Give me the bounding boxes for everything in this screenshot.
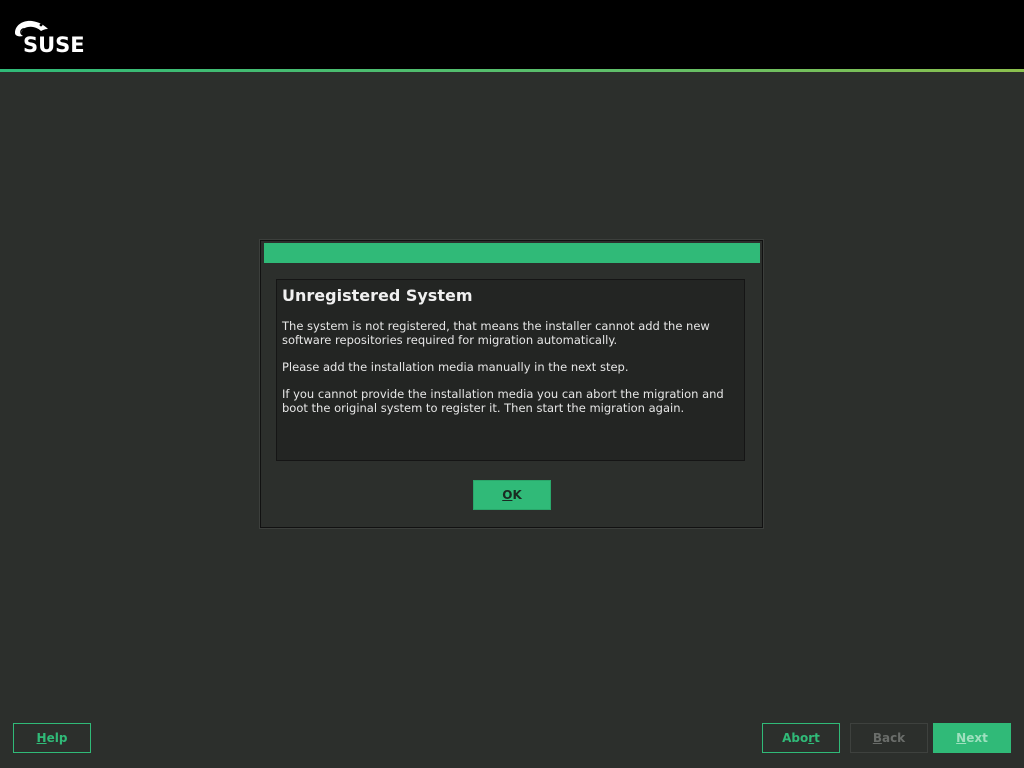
help-accel: H [36,731,47,745]
message-box: Unregistered System The system is not re… [276,279,745,461]
ok-label-rest: K [512,488,522,502]
ok-accel: O [502,488,513,502]
message-paragraph-2: Please add the installation media manual… [282,360,629,374]
next-accel: N [956,731,967,745]
suse-logo: SUSE [13,17,88,57]
abort-button[interactable]: Abort [762,723,840,753]
next-label-rest: ext [966,731,988,745]
back-button[interactable]: Back [850,723,928,753]
help-label-rest: elp [46,731,68,745]
dialog-heading: Unregistered System [282,286,473,305]
accent-line [0,69,1024,72]
ok-button[interactable]: OK [473,480,551,510]
abort-label-rest: t [814,731,820,745]
back-label-rest: ack [881,731,906,745]
message-paragraph-1: The system is not registered, that means… [282,319,710,347]
back-accel: B [872,731,882,745]
message-paragraph-3: If you cannot provide the installation m… [282,387,724,415]
top-bar: SUSE [0,0,1024,69]
unregistered-system-dialog: Unregistered System The system is not re… [260,240,763,528]
help-button[interactable]: Help [13,723,91,753]
dialog-title-bar [264,243,760,263]
next-button[interactable]: Next [933,723,1011,753]
logo-text: SUSE [23,33,85,57]
abort-label-pre: Abo [782,731,809,745]
